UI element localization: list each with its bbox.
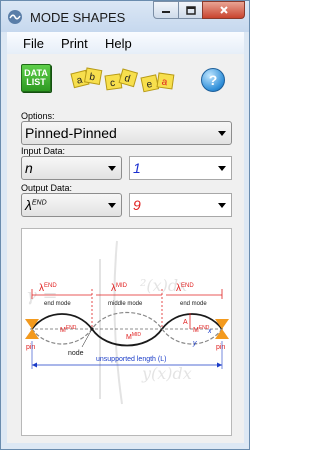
close-button[interactable] [202,1,245,19]
lambda-mid: λMID [111,283,128,294]
mode-shape-diagram: γ = ²(x)dx y(x)dx λEND λMID λEND end mod… [21,228,232,436]
chevron-down-icon [218,166,226,171]
menu-file[interactable]: File [23,36,44,51]
amplitude-label: A [183,319,188,326]
x-label: x [207,328,212,335]
mode-shapes-logo: a b c d e a [70,67,175,93]
node-leader [81,328,93,348]
tile-d: d [118,68,139,88]
minimize-button[interactable] [153,1,179,19]
input-variable-value: n [25,160,33,176]
unsupported-length-label: unsupported length (L) [96,356,166,363]
tile-f: a [156,72,175,90]
menu-print[interactable]: Print [61,36,88,51]
window-title: MODE SHAPES [30,10,126,25]
title-bar[interactable]: MODE SHAPES [1,1,249,32]
m-mid-label: MMID [126,332,141,341]
chevron-down-icon [108,203,116,208]
close-icon [219,6,228,14]
maximize-button[interactable] [178,1,203,19]
input-value: 1 [133,160,141,176]
pin-right-label: pin [216,344,225,351]
input-variable-select[interactable]: n [21,156,122,180]
svg-text:y(x)dx: y(x)dx [141,364,192,383]
app-icon [8,10,22,24]
end-mode-right-label: end mode [180,301,207,307]
node-label: node [68,350,84,357]
menu-bar: File Print Help [7,32,244,54]
data-list-label-2: LIST [26,77,46,87]
input-value-field[interactable]: 1 [129,156,232,180]
chevron-down-icon [218,203,226,208]
maximize-icon [185,5,196,15]
options-value: Pinned-Pinned [25,125,117,141]
menu-help[interactable]: Help [105,36,132,51]
mode-shape-svg: γ = ²(x)dx y(x)dx λEND λMID λEND end mod… [25,240,229,405]
tile-b: b [83,67,103,85]
chevron-down-icon [218,131,226,136]
m-end-label: MEND [60,325,77,334]
output-data-label: Output Data: [21,183,73,193]
end-mode-left-label: end mode [44,301,71,307]
middle-mode-label: middle mode [108,301,143,307]
options-label: Options: [21,111,55,121]
help-button[interactable]: ? [201,68,225,92]
output-variable-select[interactable]: λEND [21,193,122,217]
output-value-field: 9 [129,193,232,217]
main-panel: DATA LIST a b c d e a ? Options: Pinned-… [7,54,244,443]
output-value: 9 [133,197,141,213]
output-variable-value: λEND [25,197,47,213]
data-list-button[interactable]: DATA LIST [21,64,51,92]
mode-dimension-arrows [31,289,223,329]
app-window: MODE SHAPES File Print Help DATA LIST a … [0,0,250,450]
pin-left-label: pin [26,344,35,351]
tile-e: e [140,74,160,93]
input-data-label: Input Data: [21,146,66,156]
minimize-icon [162,11,170,13]
chevron-down-icon [108,166,116,171]
y-label: y [192,340,197,347]
options-select[interactable]: Pinned-Pinned [21,121,232,145]
